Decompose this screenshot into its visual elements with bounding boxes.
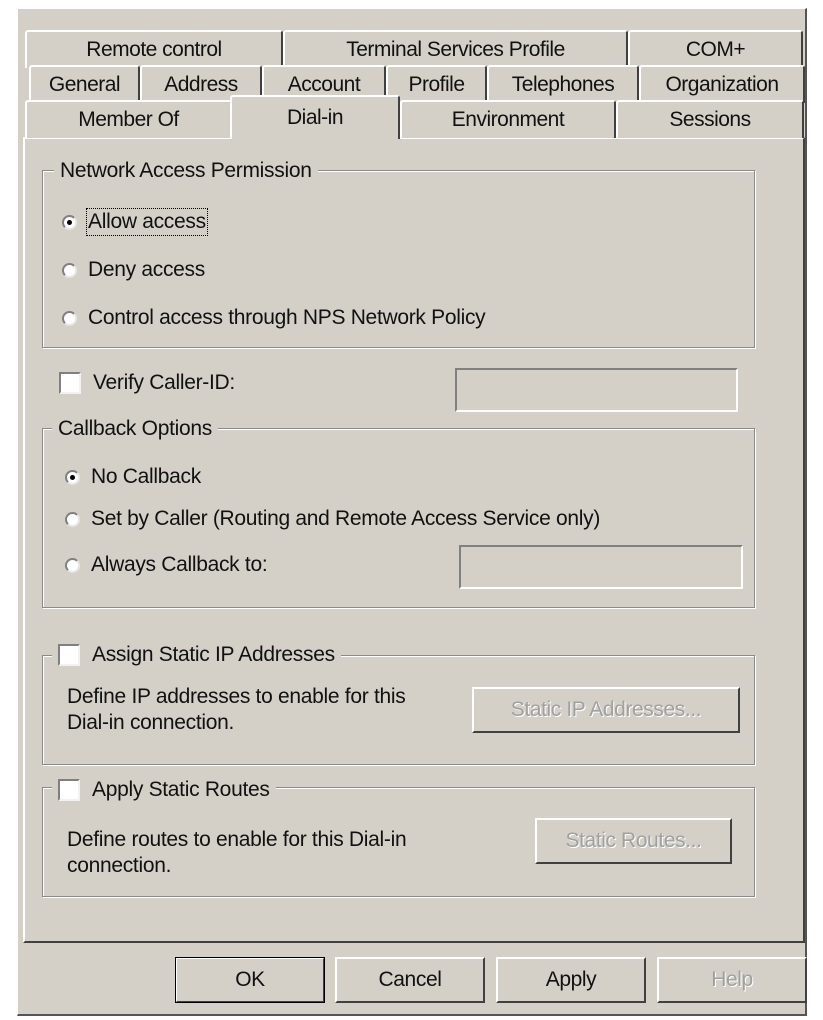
network-access-legend: Network Access Permission (54, 158, 318, 184)
nps-policy-label: Control access through NPS Network Polic… (88, 306, 486, 329)
nps-policy-option[interactable]: Control access through NPS Network Polic… (62, 304, 486, 332)
static-routes-checkbox[interactable] (58, 779, 80, 801)
static-ip-checkbox[interactable] (58, 644, 80, 666)
verify-caller-id-checkbox[interactable] (59, 372, 81, 394)
static-ip-addresses-button[interactable]: Static IP Addresses... (472, 687, 740, 733)
static-ip-description-line: Define IP addresses to enable for this (67, 685, 406, 708)
always-callback-label: Always Callback to: (91, 553, 268, 576)
tab-profile[interactable]: Profile (386, 65, 487, 103)
always-callback-option[interactable]: Always Callback to: (65, 551, 268, 579)
set-by-caller-label: Set by Caller (Routing and Remote Access… (91, 507, 601, 530)
cancel-button[interactable]: Cancel (335, 957, 485, 1003)
static-routes-description: Define routes to enable for this Dial-in… (67, 827, 407, 879)
verify-caller-id-option[interactable]: Verify Caller-ID: (59, 369, 235, 397)
tab-terminal-services-profile[interactable]: Terminal Services Profile (283, 30, 628, 68)
set-by-caller-option[interactable]: Set by Caller (Routing and Remote Access… (65, 505, 600, 533)
nps-policy-radio[interactable] (62, 310, 77, 326)
tab-general[interactable]: General (29, 65, 140, 103)
verify-caller-id-label: Verify Caller-ID: (93, 371, 235, 394)
static-ip-description: Define IP addresses to enable for this D… (67, 684, 406, 736)
static-routes-description-line: Define routes to enable for this Dial-in (67, 828, 407, 851)
apply-button[interactable]: Apply (496, 957, 646, 1003)
callback-number-field[interactable] (459, 545, 743, 589)
ok-button[interactable]: OK (175, 957, 325, 1003)
deny-access-label: Deny access (88, 258, 205, 281)
always-callback-radio[interactable] (65, 557, 80, 573)
tab-remote-control[interactable]: Remote control (25, 30, 283, 68)
allow-access-label: Allow access (86, 208, 208, 236)
allow-access-option[interactable]: Allow access (62, 208, 208, 236)
tab-sessions[interactable]: Sessions (616, 100, 804, 138)
tab-dial-in[interactable]: Dial-in (230, 95, 400, 139)
no-callback-option[interactable]: No Callback (65, 463, 201, 491)
static-ip-legend[interactable]: Assign Static IP Addresses (52, 641, 341, 669)
callback-options-legend: Callback Options (52, 416, 218, 442)
static-routes-description-line: connection. (67, 854, 172, 877)
no-callback-label: No Callback (91, 465, 201, 488)
caller-id-field[interactable] (455, 368, 738, 412)
no-callback-radio[interactable] (65, 469, 80, 485)
tab-organization[interactable]: Organization (639, 65, 805, 103)
tab-member-of[interactable]: Member Of (25, 100, 232, 138)
tab-com-plus[interactable]: COM+ (628, 30, 803, 68)
static-ip-label: Assign Static IP Addresses (92, 643, 335, 666)
set-by-caller-radio[interactable] (65, 511, 80, 527)
deny-access-radio[interactable] (62, 262, 77, 278)
tab-environment[interactable]: Environment (400, 100, 616, 138)
static-routes-legend[interactable]: Apply Static Routes (52, 776, 276, 804)
static-routes-label: Apply Static Routes (92, 778, 270, 801)
allow-access-radio[interactable] (62, 214, 77, 230)
static-routes-button[interactable]: Static Routes... (535, 818, 732, 864)
help-button[interactable]: Help (657, 957, 807, 1003)
tab-telephones[interactable]: Telephones (487, 65, 639, 103)
static-ip-description-line: Dial-in connection. (67, 711, 235, 734)
deny-access-option[interactable]: Deny access (62, 256, 205, 284)
